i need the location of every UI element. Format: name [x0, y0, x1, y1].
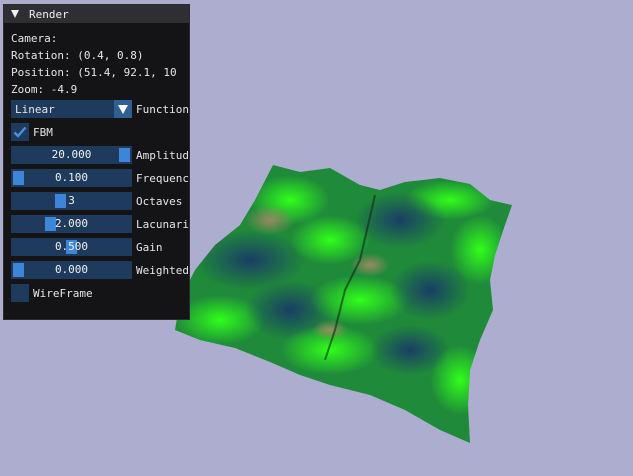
wireframe-checkbox[interactable] — [11, 284, 29, 302]
wireframe-label: WireFrame — [33, 287, 93, 300]
gain-slider-value: 0.500 — [54, 240, 89, 253]
position-readout: Position: (51.4, 92.1, 10 — [11, 66, 177, 79]
frequency-slider-value: 0.100 — [54, 171, 89, 184]
fbm-label: FBM — [33, 126, 53, 139]
fbm-checkbox[interactable] — [11, 123, 29, 141]
zoom-readout: Zoom: -4.9 — [11, 83, 78, 96]
octaves-slider[interactable]: 3 — [11, 192, 132, 210]
chevron-down-icon[interactable] — [114, 100, 132, 118]
collapse-triangle-icon[interactable] — [11, 10, 19, 18]
window-titlebar[interactable]: Render — [4, 5, 189, 23]
octaves-slider-value: 3 — [68, 194, 75, 207]
render-window[interactable]: Render Camera: Rotation: (0.4, 0.8) Posi… — [3, 4, 190, 320]
amplitude-label: Amplitude — [136, 149, 190, 162]
lacunarity-label: Lacunarity — [136, 218, 189, 231]
window-title: Render — [29, 7, 69, 21]
weighted-label: Weighted — [136, 264, 189, 277]
function-label: Function — [136, 103, 189, 116]
checkmark-icon — [13, 126, 27, 138]
frequency-label: Frequency — [136, 172, 190, 185]
frequency-slider[interactable]: 0.100 — [11, 169, 132, 187]
amplitude-slider-value: 20.000 — [51, 148, 92, 161]
gain-label: Gain — [136, 241, 163, 254]
terrain-mesh — [175, 165, 512, 443]
weighted-slider-value: 0.000 — [54, 263, 89, 276]
lacunarity-slider[interactable]: 2.000 — [11, 215, 132, 233]
function-combo[interactable]: Linear — [11, 100, 132, 118]
rotation-readout: Rotation: (0.4, 0.8) — [11, 49, 144, 62]
gain-slider[interactable]: 0.500 — [11, 238, 132, 256]
lacunarity-slider-value: 2.000 — [54, 217, 89, 230]
octaves-label: Octaves — [136, 195, 183, 208]
amplitude-slider[interactable]: 20.000 — [11, 146, 132, 164]
function-combo-value: Linear — [15, 102, 55, 116]
weighted-slider[interactable]: 0.000 — [11, 261, 132, 279]
camera-label: Camera: — [11, 32, 58, 45]
